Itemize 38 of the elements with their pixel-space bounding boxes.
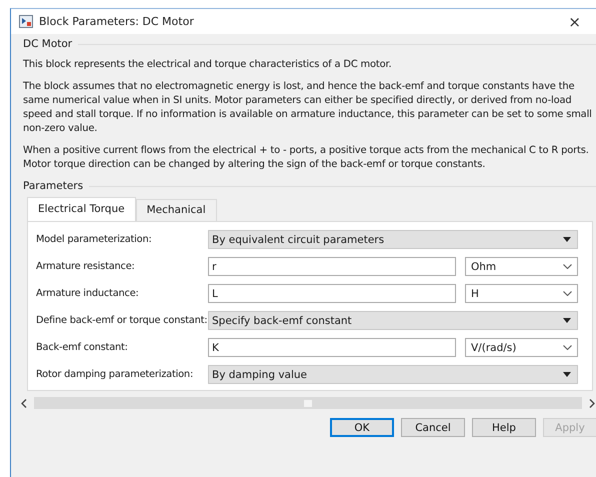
description-paragraph: This block represents the electrical and torque characteristics of a DC motor. xyxy=(23,58,393,72)
dropdown-arrow-icon xyxy=(563,237,571,242)
block-icon xyxy=(19,15,33,28)
description-paragraph: When a positive current flows from the electrical + to - ports, a positive torque acts from the mechanical C to R ports. Motor torque direction can be changed by altering the sign of the back-emf or torque constants. xyxy=(23,144,590,172)
input-field[interactable]: L xyxy=(208,284,456,303)
parameter-label: Back-emf constant: xyxy=(36,342,129,354)
chevron-down-icon xyxy=(563,291,572,296)
unit-dropdown[interactable]: Ohm xyxy=(465,257,578,276)
dropdown-arrow-icon xyxy=(563,372,571,377)
tab[interactable]: Mechanical xyxy=(136,199,217,221)
dialog-button[interactable]: Cancel xyxy=(401,418,465,437)
dropdown[interactable]: By damping value xyxy=(208,365,578,384)
group-heading: DC Motor xyxy=(23,38,72,50)
parameter-label: Armature resistance: xyxy=(36,260,136,272)
dropdown[interactable]: Specify back-emf constant xyxy=(208,311,578,330)
dropdown-arrow-icon xyxy=(563,318,571,323)
window-title: Block Parameters: DC Motor xyxy=(39,15,195,28)
parameter-label: Define back-emf or torque constant: xyxy=(36,314,208,326)
tab[interactable]: Electrical Torque xyxy=(27,197,136,221)
input-field[interactable]: r xyxy=(208,257,456,276)
dropdown[interactable]: By equivalent circuit parameters xyxy=(208,230,578,249)
dialog-button[interactable]: OK xyxy=(330,418,394,437)
input-field[interactable]: K xyxy=(208,338,456,357)
description-paragraph: The block assumes that no electromagnetic energy is lost, and hence the back-emf and torque constants have the same numerical value when in SI units. Motor parameters can either be specified directly, or derived from no-load speed and stall torque. If no information is available on armature inductance, this parameter can be set to some small non-zero value. xyxy=(23,80,593,136)
group-heading: Parameters xyxy=(23,180,84,192)
chevron-down-icon xyxy=(563,345,572,350)
parameter-label: Armature inductance: xyxy=(36,288,140,300)
parameter-label: Model parameterization: xyxy=(36,234,153,246)
chevron-down-icon xyxy=(563,264,572,269)
scroll-right-icon[interactable] xyxy=(589,398,595,408)
unit-dropdown[interactable]: H xyxy=(465,284,578,303)
parameter-label: Rotor damping parameterization: xyxy=(36,368,194,380)
scroll-thumb[interactable] xyxy=(304,400,312,406)
horizontal-scrollbar[interactable] xyxy=(34,397,582,409)
scroll-left-icon[interactable] xyxy=(21,398,27,408)
unit-dropdown[interactable]: V/(rad/s) xyxy=(465,338,578,357)
dialog-button[interactable]: Help xyxy=(472,418,536,437)
close-button[interactable]: × xyxy=(568,12,581,30)
